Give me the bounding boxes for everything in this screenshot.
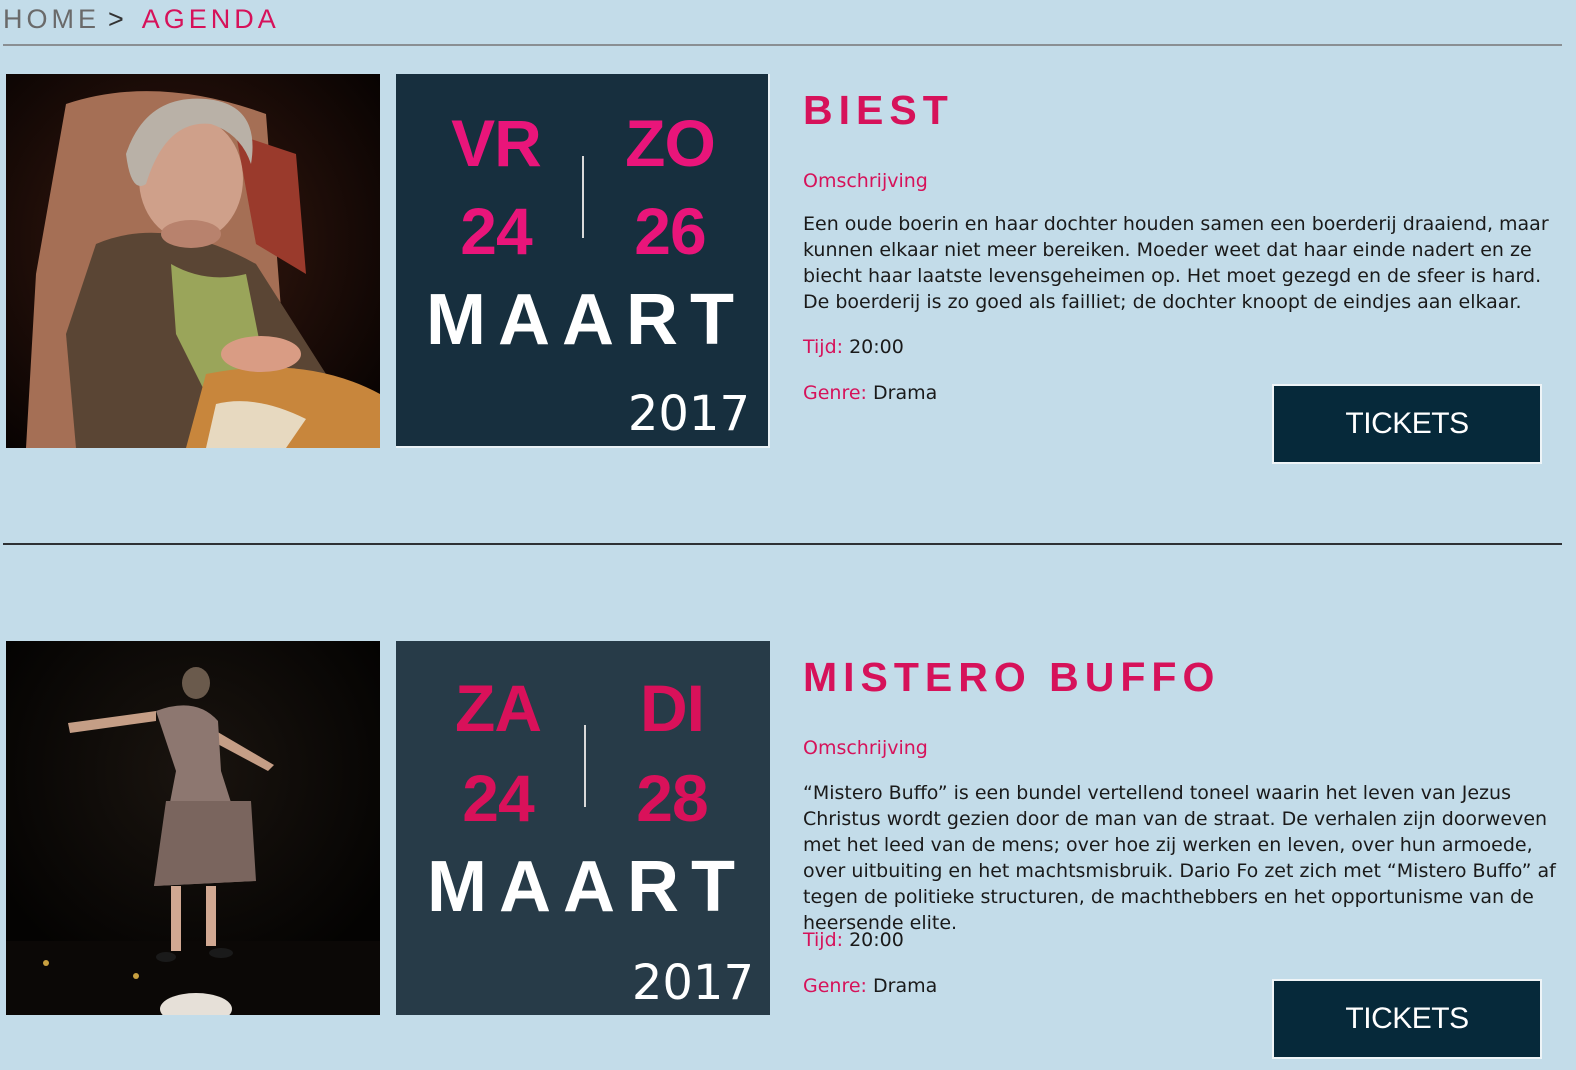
start-day-abbr: ZA bbox=[455, 671, 542, 745]
event-title[interactable]: MISTERO BUFFO bbox=[803, 653, 1220, 701]
start-day-number: 24 bbox=[462, 761, 534, 835]
breadcrumb-home-link[interactable]: HOME bbox=[3, 4, 100, 34]
end-day-number: 28 bbox=[636, 761, 708, 835]
genre-row: Genre: Drama bbox=[803, 382, 937, 404]
event-photo[interactable] bbox=[6, 641, 380, 1015]
time-value: 20:00 bbox=[849, 929, 904, 951]
tickets-button[interactable]: TICKETS bbox=[1272, 384, 1542, 464]
performer-on-stage-image bbox=[6, 641, 380, 1015]
date-card: ZA 24 DI 28 MAART 2017 bbox=[396, 641, 770, 1015]
breadcrumb-separator: > bbox=[108, 4, 128, 34]
time-label: Tijd: bbox=[803, 336, 844, 358]
woman-in-armchair-image bbox=[6, 74, 380, 448]
event-photo[interactable] bbox=[6, 74, 380, 448]
time-label: Tijd: bbox=[803, 929, 844, 951]
date-divider bbox=[582, 156, 584, 238]
tickets-button[interactable]: TICKETS bbox=[1272, 979, 1542, 1059]
event-title[interactable]: BIEST bbox=[803, 86, 954, 134]
event-item-biest: VR 24 ZO 26 MAART 2017 BIEST Omschrijvin… bbox=[0, 74, 1576, 474]
year-label: 2017 bbox=[627, 386, 750, 442]
description-label: Omschrijving bbox=[803, 737, 928, 759]
year-label: 2017 bbox=[631, 955, 754, 1011]
end-day-abbr: ZO bbox=[625, 106, 716, 180]
top-divider bbox=[3, 44, 1562, 46]
date-card: VR 24 ZO 26 MAART 2017 bbox=[396, 74, 770, 448]
time-row: Tijd: 20:00 bbox=[803, 336, 904, 358]
end-day-number: 26 bbox=[634, 194, 706, 268]
event-divider bbox=[3, 543, 1562, 545]
date-divider bbox=[584, 725, 586, 807]
event-description: “Mistero Buffo” is een bundel vertellend… bbox=[803, 782, 1556, 934]
genre-label: Genre: bbox=[803, 382, 867, 404]
description-label: Omschrijving bbox=[803, 170, 928, 192]
event-item-mistero-buffo: ZA 24 DI 28 MAART 2017 MISTERO BUFFO Oms… bbox=[0, 641, 1576, 1061]
month-label: MAART bbox=[426, 280, 746, 360]
start-day-number: 24 bbox=[460, 194, 532, 268]
start-day-abbr: VR bbox=[451, 106, 542, 180]
event-description: Een oude boerin en haar dochter houden s… bbox=[803, 213, 1549, 313]
breadcrumb: HOME > AGENDA bbox=[3, 2, 280, 36]
time-row: Tijd: 20:00 bbox=[803, 929, 904, 951]
genre-value: Drama bbox=[873, 382, 938, 404]
time-value: 20:00 bbox=[849, 336, 904, 358]
end-day-abbr: DI bbox=[640, 671, 705, 745]
genre-label: Genre: bbox=[803, 975, 867, 997]
genre-row: Genre: Drama bbox=[803, 975, 937, 997]
month-label: MAART bbox=[427, 847, 747, 927]
genre-value: Drama bbox=[873, 975, 938, 997]
breadcrumb-current: AGENDA bbox=[141, 4, 280, 34]
